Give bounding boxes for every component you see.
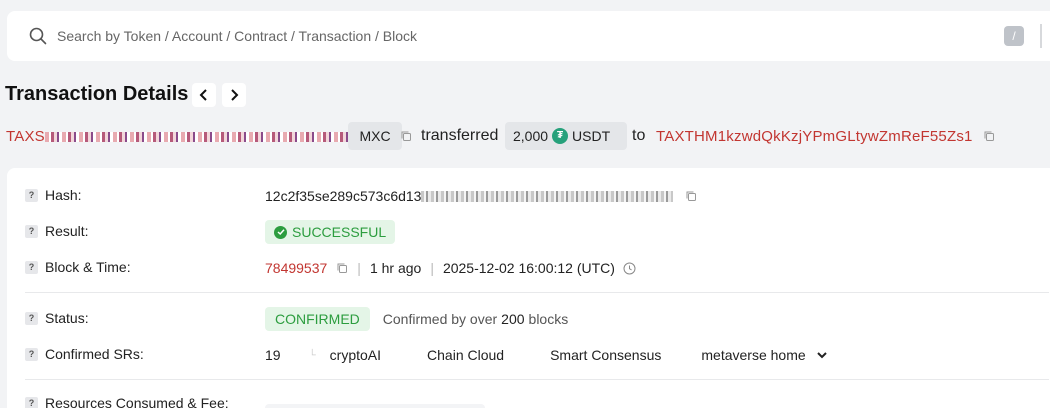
separator: |	[430, 260, 434, 276]
token-symbol-link[interactable]: USDT	[572, 128, 610, 144]
block-time-row: ? Block & Time: 78499537 | 1 hr ago | 20…	[25, 256, 1045, 280]
confirmed-srs-row: ? Confirmed SRs: 19 └ cryptoAI Chain Clo…	[25, 343, 1045, 367]
next-transaction-button[interactable]	[222, 83, 246, 107]
copy-icon[interactable]	[983, 130, 995, 142]
confirmed-srs-value: 19 └ cryptoAI Chain Cloud Smart Consensu…	[265, 343, 828, 367]
search-divider	[1040, 24, 1042, 48]
resources-value	[265, 392, 485, 408]
sr-item[interactable]: Smart Consensus	[550, 347, 661, 363]
resources-row: ? Resources Consumed & Fee:	[25, 392, 1045, 408]
block-number-link[interactable]: 78499537	[265, 260, 327, 276]
from-address-link[interactable]: TAXS	[6, 128, 355, 145]
from-address-tag: MXC	[348, 122, 402, 150]
status-value: CONFIRMED Confirmed by over 200 blocks	[265, 307, 568, 331]
search-input[interactable]	[57, 25, 957, 47]
chevron-right-icon	[231, 89, 239, 101]
question-icon[interactable]: ?	[25, 225, 38, 238]
transaction-details-card: ? Hash: 12c2f35se289c573c6d13 ? Result: …	[7, 168, 1050, 408]
sr-item[interactable]: cryptoAI	[330, 347, 381, 363]
question-icon[interactable]: ?	[25, 348, 38, 361]
time-ago: 1 hr ago	[369, 260, 422, 276]
section-divider	[25, 379, 1049, 380]
from-address-text: TAXS	[6, 128, 45, 145]
resources-placeholder	[265, 404, 485, 408]
to-word: to	[632, 127, 646, 144]
confirmed-blocks-count: 200	[501, 311, 525, 327]
result-badge: SUCCESSFUL	[265, 220, 396, 244]
block-timestamp: 2025-12-02 16:00:12 (UTC)	[442, 260, 615, 276]
confirmed-badge: CONFIRMED	[265, 307, 370, 331]
tree-line-icon: └	[308, 349, 316, 361]
to-address-link[interactable]: TAXTHM1kzwdQkKzjYPmGLtywZmReF55Zs1	[656, 128, 973, 145]
copy-icon[interactable]	[336, 262, 348, 274]
transfer-summary: TAXS MXC transferred 2,000 ₮ USDT to TAX…	[6, 121, 1050, 151]
resources-label: Resources Consumed & Fee:	[45, 395, 229, 408]
transfer-amount: 2,000	[513, 128, 549, 144]
tether-icon: ₮	[552, 128, 569, 144]
question-icon[interactable]: ?	[25, 261, 38, 274]
confirmed-text-prefix: Confirmed by over	[382, 311, 498, 327]
hash-value: 12c2f35se289c573c6d13	[265, 188, 422, 204]
result-value-wrap: SUCCESSFUL	[265, 220, 396, 244]
hash-value-wrap: 12c2f35se289c573c6d13	[265, 184, 697, 208]
copy-icon[interactable]	[685, 190, 697, 202]
status-label: Status:	[45, 310, 89, 326]
prev-transaction-button[interactable]	[192, 83, 216, 107]
sr-item[interactable]: Chain Cloud	[427, 347, 504, 363]
clock-icon[interactable]	[623, 262, 636, 275]
status-row: ? Status: CONFIRMED Confirmed by over 20…	[25, 307, 1045, 331]
result-label: Result:	[45, 223, 89, 239]
confirmed-text-suffix: blocks	[528, 311, 569, 327]
copy-icon[interactable]	[400, 130, 412, 142]
section-divider	[25, 292, 1049, 293]
obscured-hash-region	[421, 190, 674, 202]
search-bar[interactable]: /	[7, 11, 1050, 61]
hash-row: ? Hash: 12c2f35se289c573c6d13	[25, 184, 1045, 208]
separator: |	[357, 260, 361, 276]
page-title: Transaction Details	[5, 83, 189, 105]
question-icon[interactable]: ?	[25, 397, 38, 408]
question-icon[interactable]: ?	[25, 312, 38, 325]
transfer-verb: transferred	[421, 127, 499, 144]
search-icon	[29, 27, 47, 45]
result-text: SUCCESSFUL	[292, 224, 387, 240]
result-row: ? Result: SUCCESSFUL	[25, 220, 1045, 244]
transfer-amount-pill: 2,000 ₮ USDT	[505, 122, 627, 150]
check-circle-icon	[274, 225, 287, 239]
sr-count: 19	[265, 347, 281, 363]
block-time-label: Block & Time:	[45, 259, 131, 275]
sr-item[interactable]: metaverse home	[701, 347, 805, 363]
search-shortcut-key: /	[1004, 26, 1024, 46]
question-icon[interactable]: ?	[25, 189, 38, 202]
chevron-down-icon[interactable]	[816, 350, 828, 360]
obscured-address-region	[44, 132, 355, 143]
block-time-value: 78499537 | 1 hr ago | 2025-12-02 16:00:1…	[265, 256, 636, 280]
hash-label: Hash:	[45, 187, 82, 203]
chevron-left-icon	[199, 89, 207, 101]
confirmed-srs-label: Confirmed SRs:	[45, 346, 144, 362]
